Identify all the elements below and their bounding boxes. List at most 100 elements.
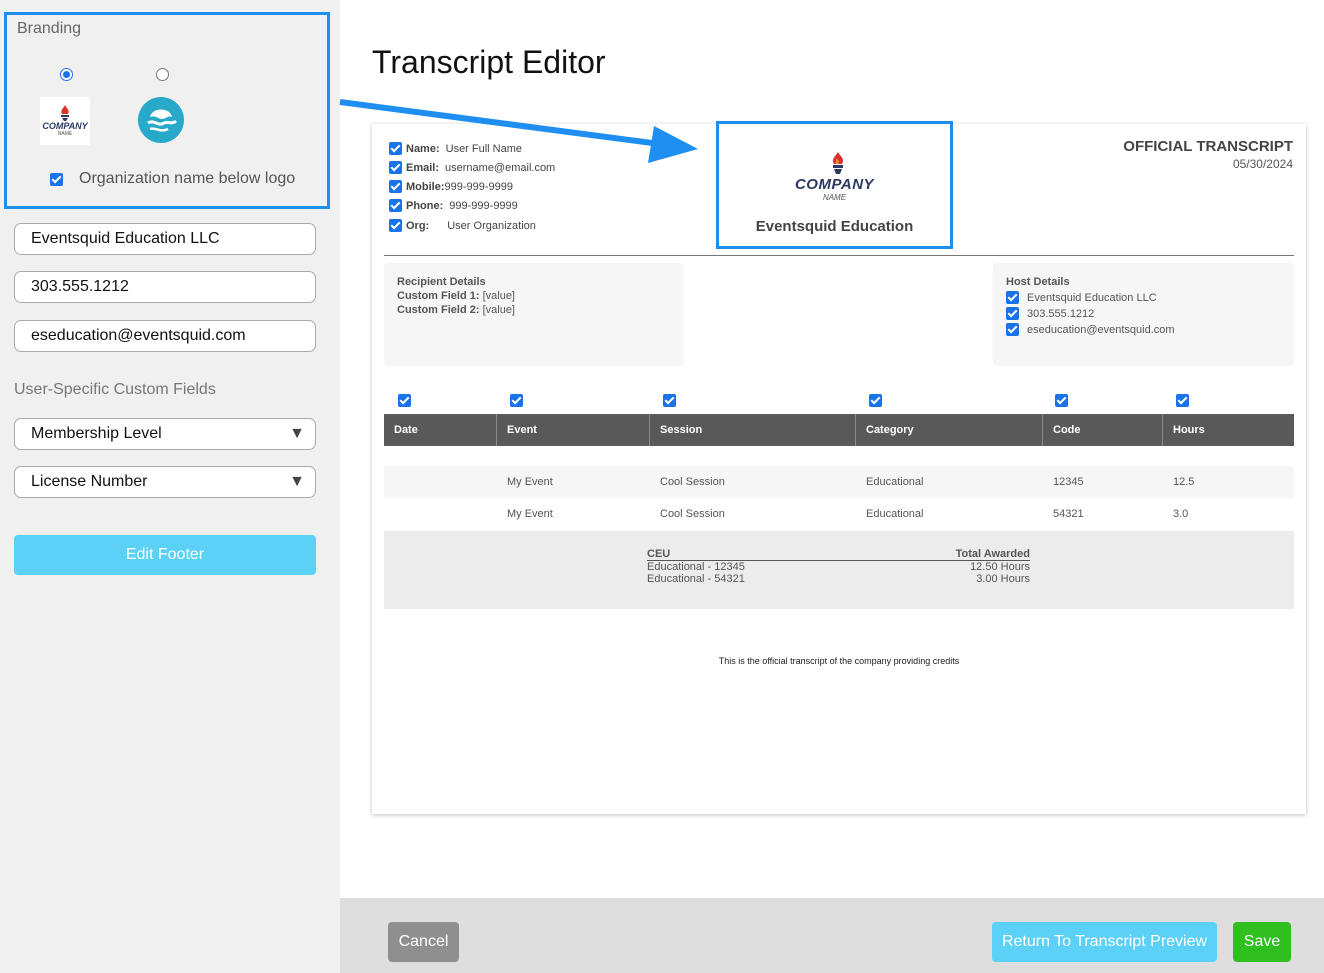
user-field-phone-checkbox[interactable]: [389, 199, 402, 212]
custom-field-1-value: Membership Level: [31, 425, 162, 442]
user-field-value: 999-999-9999: [444, 180, 514, 193]
ceu-row-name: Educational - 54321: [647, 573, 745, 585]
dropdown-caret-icon: ▼: [289, 473, 305, 490]
user-field-label: Phone:: [406, 199, 444, 212]
logo-option-1-radio[interactable]: [60, 68, 73, 81]
cell-session: Cool Session: [660, 508, 725, 520]
transcript-footer-note: This is the official transcript of the c…: [718, 656, 960, 666]
cancel-button[interactable]: Cancel: [388, 922, 459, 962]
column-category-checkbox[interactable]: [869, 394, 882, 407]
organization-name: Eventsquid Education: [755, 218, 914, 235]
ceu-row-name: Educational - 12345: [647, 561, 745, 573]
column-code-checkbox[interactable]: [1055, 394, 1068, 407]
host-item-checkbox[interactable]: [1006, 307, 1019, 320]
user-field-name: Name: User Full Name: [389, 142, 522, 155]
user-field-email: Email: username@email.com: [389, 161, 555, 174]
org-below-logo-checkbox[interactable]: [50, 172, 63, 186]
user-field-value: User Organization: [447, 219, 536, 232]
flame-icon: [832, 152, 844, 174]
header-divider: [384, 255, 1294, 256]
host-item-checkbox[interactable]: [1006, 291, 1019, 304]
column-hours-checkbox[interactable]: [1176, 394, 1189, 407]
logo-option-2-radio[interactable]: [156, 68, 169, 81]
custom-field-1-select[interactable]: Membership Level ▼: [14, 418, 316, 450]
flame-icon: [61, 105, 69, 121]
logo-text: COMPANY: [794, 176, 875, 193]
host-item-label: eseducation@eventsquid.com: [1027, 323, 1175, 336]
table-row: My Event Cool Session Educational 12345 …: [384, 466, 1294, 498]
host-details-panel: Host Details Eventsquid Education LLC 30…: [993, 263, 1294, 366]
branding-section: Branding COMPANY NAME Organization name …: [4, 12, 330, 209]
branding-title: Branding: [17, 20, 82, 37]
edit-footer-button[interactable]: Edit Footer: [14, 535, 316, 575]
user-field-name-checkbox[interactable]: [389, 142, 402, 155]
user-field-mobile: Mobile: 999-999-9999: [389, 180, 513, 193]
host-item-label: Eventsquid Education LLC: [1027, 291, 1157, 304]
recipient-details-title: Recipient Details: [397, 276, 486, 288]
ceu-header: CEU Total Awarded: [647, 548, 1030, 561]
transcript-date: 05/30/2024: [1232, 157, 1293, 171]
org-below-logo-option[interactable]: Organization name below logo: [50, 170, 295, 188]
return-to-preview-button[interactable]: Return To Transcript Preview: [992, 922, 1217, 962]
ceu-row: Educational - 12345 12.50 Hours: [647, 561, 1030, 573]
host-item: Eventsquid Education LLC: [1006, 291, 1281, 304]
email-input[interactable]: eseducation@eventsquid.com: [14, 320, 316, 352]
recipient-field-value: [value]: [482, 290, 515, 302]
host-item-label: 303.555.1212: [1027, 307, 1095, 320]
company-logo-thumbnail[interactable]: COMPANY NAME: [40, 97, 90, 145]
host-details-title: Host Details: [1006, 276, 1070, 288]
custom-field-2-select[interactable]: License Number ▼: [14, 466, 316, 498]
logo-thumb-subtext: NAME: [57, 131, 73, 137]
org-name-input[interactable]: Eventsquid Education LLC: [14, 223, 316, 255]
table-row: My Event Cool Session Educational 54321 …: [384, 498, 1294, 530]
logo-subtext: NAME: [822, 193, 847, 202]
phone-input[interactable]: 303.555.1212: [14, 271, 316, 303]
logo-thumb-text: COMPANY: [42, 121, 88, 131]
cell-category: Educational: [866, 476, 924, 488]
user-field-phone: Phone: 999-999-9999: [389, 199, 518, 212]
transcript-logo-block[interactable]: COMPANY NAME Eventsquid Education: [716, 121, 953, 249]
official-transcript-title: OFFICIAL TRANSCRIPT: [1123, 138, 1293, 155]
column-header-session: Session: [649, 414, 702, 446]
column-event-checkbox[interactable]: [510, 394, 523, 407]
user-field-label: Mobile:: [406, 180, 445, 193]
recipient-field-label: Custom Field 1:: [397, 290, 480, 302]
ceu-row-total: 12.50 Hours: [970, 561, 1030, 573]
page-title: Transcript Editor: [372, 44, 606, 80]
custom-fields-label: User-Specific Custom Fields: [14, 381, 216, 398]
cell-category: Educational: [866, 508, 924, 520]
table-header: Date Event Session Category Code Hours: [384, 414, 1294, 446]
official-transcript-header: OFFICIAL TRANSCRIPT 05/30/2024: [1123, 138, 1293, 171]
user-field-org-checkbox[interactable]: [389, 219, 402, 232]
ceu-header-name: CEU: [647, 548, 671, 560]
ceu-row: Educational - 54321 3.00 Hours: [647, 573, 1030, 585]
cell-code: 54321: [1053, 508, 1084, 520]
ceu-row-total: 3.00 Hours: [976, 573, 1030, 585]
sidebar: Branding COMPANY NAME Organization name …: [0, 0, 340, 973]
cell-code: 12345: [1053, 476, 1084, 488]
recipient-field-value: [value]: [482, 304, 515, 316]
column-header-event: Event: [496, 414, 537, 446]
cell-event: My Event: [507, 508, 553, 520]
host-item: 303.555.1212: [1006, 307, 1281, 320]
custom-field-2-value: License Number: [31, 473, 148, 490]
user-field-label: Name:: [406, 142, 440, 155]
user-field-label: Org:: [406, 219, 430, 232]
user-field-email-checkbox[interactable]: [389, 161, 402, 174]
cell-hours: 3.0: [1173, 508, 1189, 520]
column-session-checkbox[interactable]: [663, 394, 676, 407]
save-button[interactable]: Save: [1233, 922, 1291, 962]
octopus-icon: [147, 109, 178, 132]
user-field-org: Org: User Organization: [389, 219, 536, 232]
octopus-logo-thumbnail[interactable]: [138, 97, 184, 143]
ceu-summary: CEU Total Awarded Educational - 12345 12…: [384, 531, 1294, 609]
transcript-preview: Name: User Full Name Email: username@ema…: [372, 121, 1306, 814]
cell-event: My Event: [507, 476, 553, 488]
column-header-category: Category: [855, 414, 914, 446]
column-header-code: Code: [1042, 414, 1081, 446]
host-item-checkbox[interactable]: [1006, 323, 1019, 336]
user-field-mobile-checkbox[interactable]: [389, 180, 402, 193]
column-date-checkbox[interactable]: [398, 394, 411, 407]
host-item: eseducation@eventsquid.com: [1006, 323, 1281, 336]
recipient-field-2: Custom Field 2: [value]: [397, 304, 671, 316]
